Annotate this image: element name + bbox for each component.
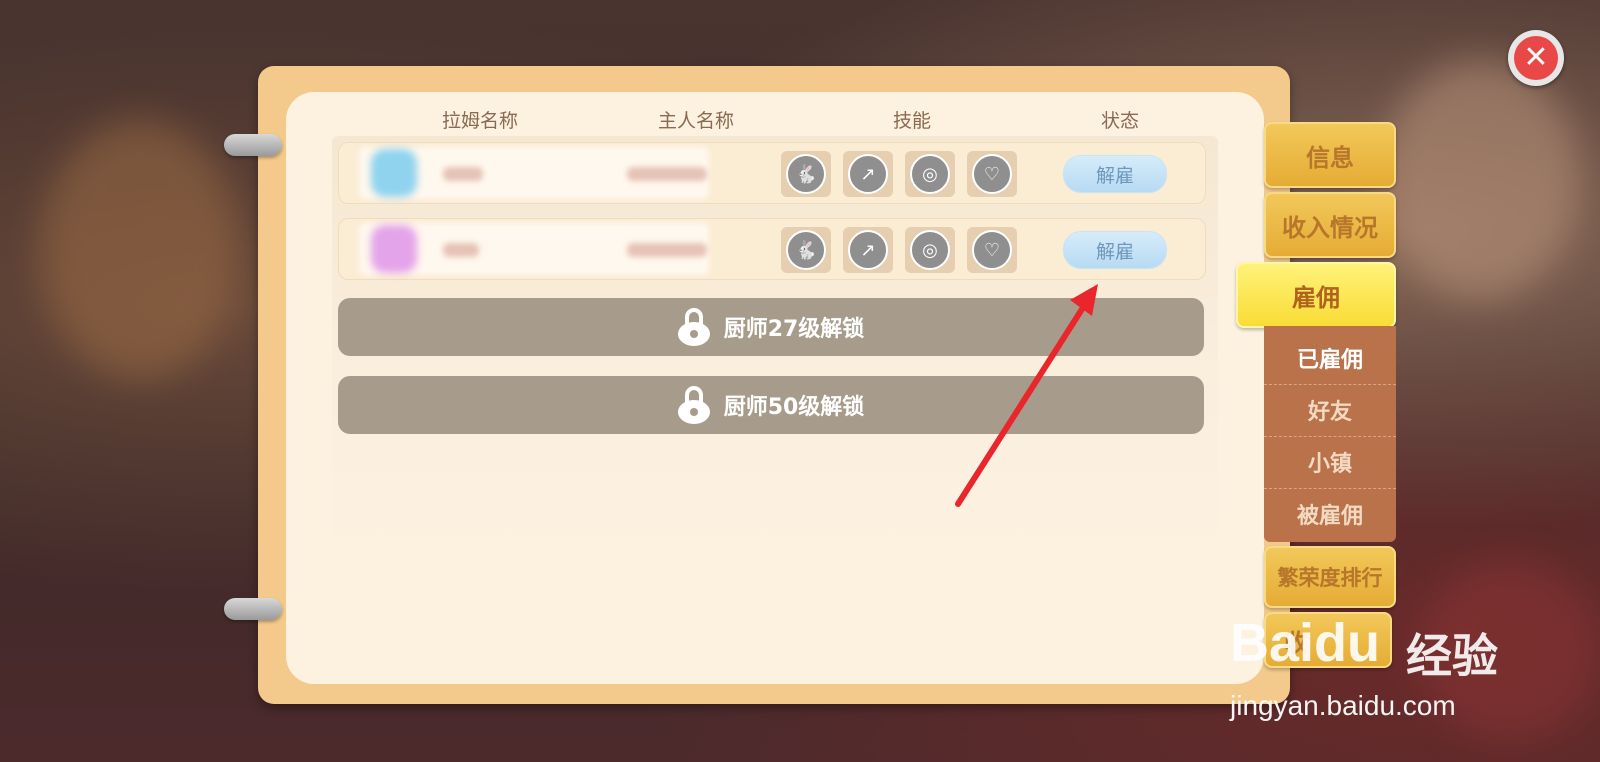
subtab-employed[interactable]: 被雇佣 — [1264, 488, 1396, 540]
watermark-brand: Baidu — [1230, 613, 1381, 673]
background-blur — [40, 120, 240, 380]
locked-slot-label: 厨师27级解锁 — [723, 317, 865, 342]
fire-button[interactable]: 解雇 — [1063, 155, 1167, 193]
fish-pan-icon: ◎ — [910, 230, 950, 270]
tab-income[interactable]: 收入情况 — [1264, 192, 1396, 258]
skill-slot[interactable]: ♡ — [967, 227, 1017, 273]
chart-notebook-icon: ↗ — [848, 154, 888, 194]
avatar — [371, 225, 417, 273]
fire-button[interactable]: 解雇 — [1063, 231, 1167, 269]
watermark-brand-cn: 经验 — [1406, 629, 1498, 683]
close-button[interactable]: ✕ — [1508, 30, 1564, 86]
skill-slot[interactable]: ↗ — [843, 151, 893, 197]
subtab-hired[interactable]: 已雇佣 — [1264, 332, 1396, 385]
header-owner-name: 主人名称 — [657, 110, 734, 132]
heart-circle-icon: ♡ — [972, 230, 1012, 270]
skill-slot[interactable]: ↗ — [843, 227, 893, 273]
owner-name-blurred — [627, 243, 707, 257]
tab-hire[interactable]: 雇佣 — [1236, 262, 1396, 328]
fish-pan-icon: ◎ — [910, 154, 950, 194]
subtab-town[interactable]: 小镇 — [1264, 436, 1396, 489]
header-pet-name: 拉姆名称 — [441, 110, 518, 132]
pet-name-blurred — [443, 243, 479, 257]
skill-slot[interactable]: 🐇 — [781, 151, 831, 197]
close-icon: ✕ — [1514, 36, 1558, 80]
baidu-watermark: Baidu 经验 jingyan.baidu.com — [1230, 612, 1530, 732]
lock-icon — [677, 308, 710, 346]
locked-slot[interactable]: 厨师50级解锁 — [338, 376, 1204, 434]
avatar — [371, 149, 417, 197]
skill-slot[interactable]: ♡ — [967, 151, 1017, 197]
bunny-icon: 🐇 — [786, 154, 826, 194]
lock-icon — [677, 386, 710, 424]
binder-ring — [224, 134, 282, 156]
tab-info[interactable]: 信息 — [1264, 122, 1396, 188]
header-status: 状态 — [1100, 110, 1139, 132]
background-blur — [1380, 60, 1580, 300]
skill-slot[interactable]: ◎ — [905, 151, 955, 197]
locked-slot[interactable]: 厨师27级解锁 — [338, 298, 1204, 356]
binder-ring — [224, 598, 282, 620]
watermark-url: jingyan.baidu.com — [1230, 690, 1456, 721]
chart-notebook-icon: ↗ — [848, 230, 888, 270]
subtab-friends[interactable]: 好友 — [1264, 384, 1396, 437]
table-row: 🐇 ↗ ◎ ♡ 解雇 — [338, 218, 1206, 280]
owner-name-blurred — [627, 167, 707, 181]
tab-prosperity-ranking[interactable]: 繁荣度排行 — [1264, 546, 1396, 608]
header-skills: 技能 — [892, 110, 931, 132]
skill-slot[interactable]: ◎ — [905, 227, 955, 273]
locked-slot-label: 厨师50级解锁 — [723, 395, 865, 420]
skill-slot[interactable]: 🐇 — [781, 227, 831, 273]
pet-name-blurred — [443, 167, 483, 181]
bunny-icon: 🐇 — [786, 230, 826, 270]
table-row: 🐇 ↗ ◎ ♡ 解雇 — [338, 142, 1206, 204]
heart-circle-icon: ♡ — [972, 154, 1012, 194]
